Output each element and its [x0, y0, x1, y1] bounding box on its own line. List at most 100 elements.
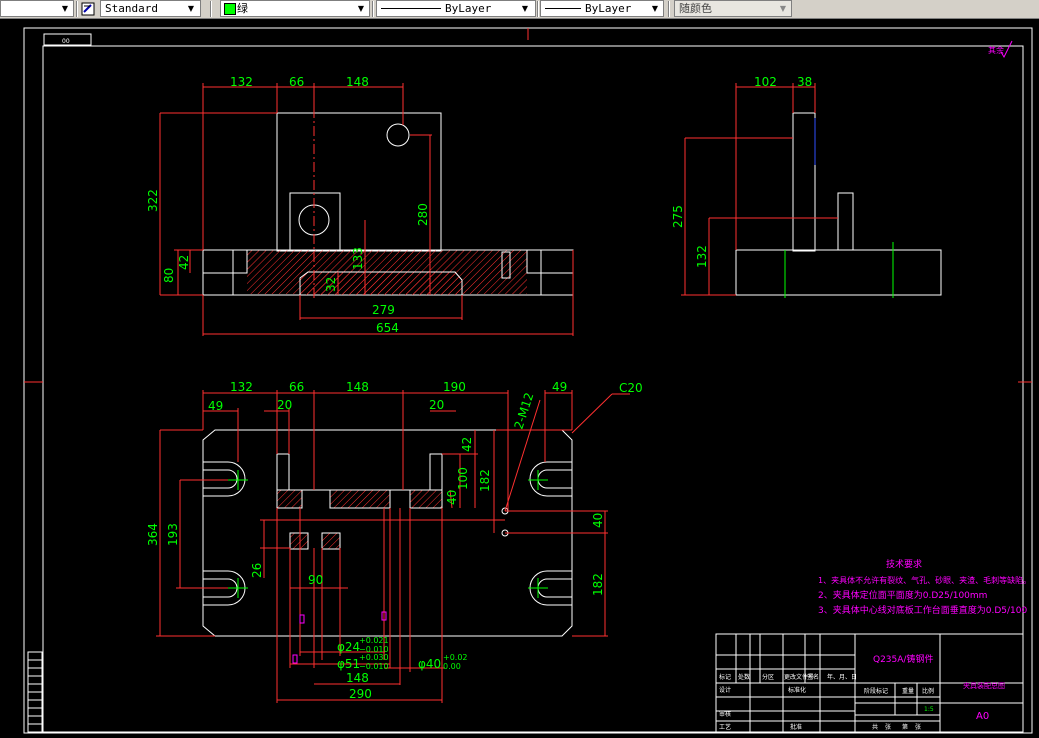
tb-sheet-size: A0 [976, 711, 989, 722]
plan-dimensions [156, 390, 630, 703]
tb-label-process: 工艺 [719, 723, 731, 731]
plan-dim-90: 90 [308, 573, 323, 587]
fit-51-lower: −0.010 [359, 662, 389, 671]
plan-hatch-small-2 [321, 532, 341, 550]
plot-style-value: 随颜色 [679, 2, 712, 15]
drawing-canvas[interactable]: 00 其余 132 66 148 322 80 42 280 133 32 27… [0, 18, 1039, 734]
color-swatch-icon [224, 3, 236, 15]
tb-label-scale: 比例 [922, 687, 934, 695]
tb-label-review: 审核 [719, 710, 731, 718]
tb-label-weight: 重量 [902, 687, 914, 695]
fit-51-upper: +0.030 [359, 653, 389, 662]
surface-roughness-symbol: 其余 [988, 40, 1013, 59]
properties-toolbar: ▼ Standard ▼ 绿 ▼ ByLayer ▼ ByLayer ▼ 随颜色… [0, 0, 1039, 19]
dim-133: 133 [351, 247, 365, 270]
linetype-value: ByLayer [445, 2, 492, 15]
chevron-down-icon[interactable]: ▼ [776, 1, 790, 16]
side-view [735, 112, 942, 298]
fit-51: φ51 [337, 657, 360, 671]
dim-132: 132 [230, 75, 253, 89]
chevron-down-icon[interactable]: ▼ [184, 1, 198, 16]
dim-42: 42 [177, 255, 191, 270]
side-block [837, 192, 854, 251]
notes-title: 技术要求 [886, 558, 922, 570]
plan-dim-26: 26 [250, 563, 264, 578]
dim-148: 148 [346, 75, 369, 89]
plan-slot-top-right [529, 461, 572, 497]
color-value: 绿 [237, 2, 248, 15]
plan-dim-20-left: 20 [277, 398, 292, 412]
tb-label-design: 设计 [719, 686, 731, 694]
plan-dim-100: 100 [456, 467, 470, 490]
plot-style-select[interactable]: 随颜色 [674, 0, 792, 17]
tb-label-total: 共 [872, 723, 878, 731]
dim-80: 80 [162, 268, 176, 283]
lineweight-value: ByLayer [585, 2, 632, 15]
tb-label-zone: 分区 [762, 673, 774, 681]
tb-label-sheets2: 张 [915, 723, 921, 731]
chevron-down-icon[interactable]: ▼ [648, 1, 662, 16]
fit-40-upper: +0.02 [443, 653, 468, 662]
fit-40-lower: 0.00 [443, 662, 461, 671]
chevron-down-icon[interactable]: ▼ [354, 1, 368, 16]
plan-hatch-bar-3 [409, 489, 443, 509]
toolbar-separator [668, 1, 670, 17]
lineweight-select[interactable]: ByLayer [540, 0, 664, 17]
dim-279: 279 [372, 303, 395, 317]
dim-32: 32 [324, 277, 338, 292]
dim-side-132: 132 [695, 245, 709, 268]
plan-hatch-bar-1 [276, 489, 303, 509]
plan-thread-label: 2-M12 [512, 391, 537, 431]
linetype-sample-line [381, 8, 441, 9]
plan-dim-290: 290 [349, 687, 372, 701]
plan-dim-text: 132 66 148 190 49 49 20 20 2-M12 C20 42 … [146, 380, 643, 701]
sheet-inner-border [42, 45, 1024, 733]
chevron-down-icon[interactable]: ▼ [518, 1, 532, 16]
dim-654: 654 [376, 321, 399, 335]
plan-dim-148-bottom: 148 [346, 671, 369, 685]
plan-hatch-bar-2 [329, 489, 391, 509]
front-dim-text: 132 66 148 322 80 42 280 133 32 279 654 [146, 75, 430, 335]
side-dim-text: 102 38 275 132 [671, 75, 812, 268]
cad-drawing[interactable]: 00 其余 132 66 148 322 80 42 280 133 32 27… [0, 18, 1039, 734]
dim-38: 38 [797, 75, 812, 89]
dim-102: 102 [754, 75, 777, 89]
text-style-icon[interactable] [80, 0, 96, 18]
drawing-number-badge: 00 [62, 38, 70, 45]
fit-24-upper: +0.021 [359, 636, 389, 645]
text-style-value: Standard [105, 2, 158, 15]
note-1: 1、夹具体不允许有裂纹、气孔、砂眼、夹渣、毛刺等缺陷。 [818, 575, 1031, 585]
tb-drawing-title: 夹具装配总图 [963, 681, 1005, 690]
dim-66: 66 [289, 75, 304, 89]
fit-40: φ40 [418, 657, 441, 671]
tb-label-approve: 批准 [790, 723, 802, 731]
toolbar-separator [210, 1, 212, 17]
plan-dim-182-bottom: 182 [591, 573, 605, 596]
toolbar-separator [76, 1, 78, 17]
plan-dim-132: 132 [230, 380, 253, 394]
chevron-down-icon[interactable]: ▼ [58, 1, 72, 16]
left-margin-legend [27, 651, 43, 733]
sheet-outer-border [23, 27, 1033, 734]
tb-label-stage: 阶段标记 [864, 687, 888, 695]
plan-dim-182-top: 182 [478, 469, 492, 492]
toolbar-separator [372, 1, 374, 17]
plan-chamfer-label: C20 [619, 381, 643, 395]
plan-rib-left [276, 453, 290, 491]
tb-scale: 1:5 [924, 706, 934, 713]
note-3: 3、夹具体中心线对底板工作台面垂直度为0.D5/100 [818, 604, 1027, 616]
plan-dim-49-left: 49 [208, 399, 223, 413]
front-top-hole [386, 123, 410, 147]
title-block-text: 标记 处数 分区 更改文件号 签名 年、月、日 设计 标准化 阶段标记 重量 比… [719, 653, 1005, 731]
technical-notes: 技术要求 1、夹具体不允许有裂纹、气孔、砂眼、夹渣、毛刺等缺陷。 2、夹具体定位… [818, 558, 1031, 616]
tb-label-sign: 签名 [807, 673, 819, 681]
plan-rib-right [429, 453, 443, 491]
tb-material: Q235A/铸钢件 [873, 653, 933, 665]
plan-dim-193: 193 [166, 523, 180, 546]
plan-slot-top-left [203, 461, 246, 497]
color-select[interactable]: 绿 [220, 0, 370, 17]
plan-dim-49-right: 49 [552, 380, 567, 394]
plan-hatch-small-1 [289, 532, 309, 550]
linetype-select[interactable]: ByLayer [376, 0, 536, 17]
tb-label-no: 第 [902, 723, 908, 731]
